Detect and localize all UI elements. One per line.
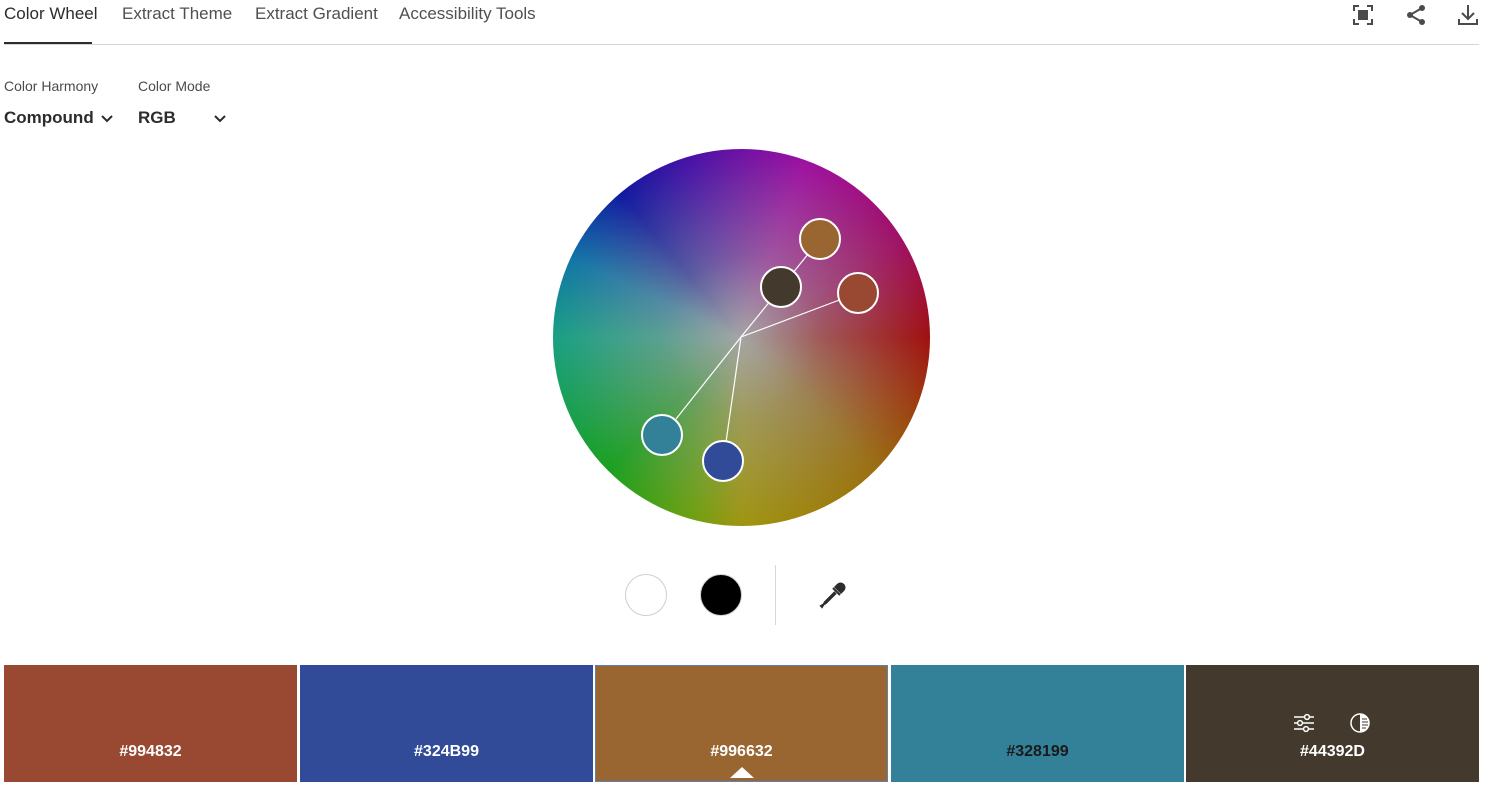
color-harmony-label: Color Harmony xyxy=(4,78,99,94)
adjust-sliders-icon[interactable] xyxy=(1293,712,1315,734)
swatch-hex: #324B99 xyxy=(414,743,479,760)
download-icon[interactable] xyxy=(1455,2,1481,28)
swatch-4[interactable]: #328199 xyxy=(891,665,1184,782)
swatch-hex: #44392D xyxy=(1300,743,1365,760)
color-mode-label: Color Mode xyxy=(138,78,211,94)
tab-accessibility-tools[interactable]: Accessibility Tools xyxy=(399,4,536,24)
share-icon[interactable] xyxy=(1403,2,1429,28)
harmony-lines xyxy=(675,245,843,443)
white-brightness-icon[interactable] xyxy=(625,574,667,616)
swatch-5[interactable]: #44392D xyxy=(1186,665,1479,782)
color-mode-select[interactable]: RGB xyxy=(138,108,176,128)
color-marker-1[interactable] xyxy=(837,272,879,314)
fullscreen-icon[interactable] xyxy=(1350,2,1376,28)
swatch-base[interactable]: #996632 xyxy=(595,665,888,782)
swatch-hex: #994832 xyxy=(119,743,182,760)
contrast-icon[interactable] xyxy=(1349,712,1371,734)
swatch-1[interactable]: #994832 xyxy=(4,665,297,782)
swatch-hex: #328199 xyxy=(1006,743,1069,760)
swatch-hex: #996632 xyxy=(710,743,773,760)
tab-extract-theme[interactable]: Extract Theme xyxy=(122,4,232,24)
tool-divider xyxy=(775,565,776,625)
tab-extract-gradient[interactable]: Extract Gradient xyxy=(255,4,378,24)
color-harmony-select[interactable]: Compound xyxy=(4,108,94,128)
color-wheel[interactable] xyxy=(553,149,930,526)
color-marker-5[interactable] xyxy=(760,266,802,308)
black-brightness-icon[interactable] xyxy=(700,574,742,616)
active-tab-indicator xyxy=(4,42,92,44)
chevron-down-icon[interactable] xyxy=(212,111,228,127)
color-marker-2[interactable] xyxy=(702,440,744,482)
tab-color-wheel[interactable]: Color Wheel xyxy=(4,4,98,24)
color-marker-base[interactable] xyxy=(799,218,841,260)
swatch-2[interactable]: #324B99 xyxy=(300,665,593,782)
eyedropper-icon[interactable] xyxy=(818,580,848,610)
chevron-down-icon[interactable] xyxy=(99,111,115,127)
harmony-overlay xyxy=(641,218,879,482)
color-marker-4[interactable] xyxy=(641,414,683,456)
selected-swatch-indicator xyxy=(729,767,754,778)
tab-bar: Color Wheel Extract Theme Extract Gradie… xyxy=(4,0,1479,45)
